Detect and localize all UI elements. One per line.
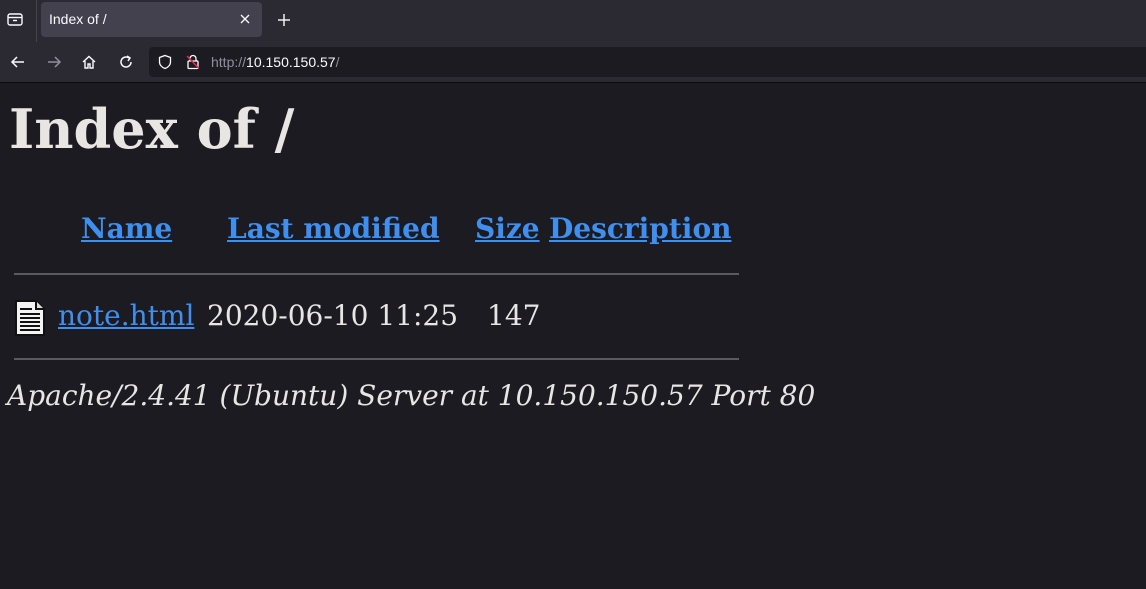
file-size: 147 bbox=[487, 299, 541, 332]
arrow-left-icon bbox=[10, 56, 24, 68]
reload-button[interactable] bbox=[114, 50, 138, 74]
url-text[interactable]: http://10.150.150.57/ bbox=[211, 54, 339, 70]
divider-top bbox=[14, 273, 739, 275]
url-host: 10.150.150.57 bbox=[246, 54, 336, 70]
url-bar[interactable]: http://10.150.150.57/ bbox=[149, 47, 1146, 77]
list-all-tabs-button[interactable] bbox=[3, 6, 27, 32]
tab-bar: Index of / bbox=[0, 0, 1146, 42]
column-header-description[interactable]: Description bbox=[549, 212, 731, 245]
text-file-icon bbox=[15, 300, 45, 336]
close-icon[interactable] bbox=[238, 12, 252, 26]
tab-separator bbox=[36, 0, 37, 42]
back-button[interactable] bbox=[6, 50, 30, 74]
home-icon bbox=[82, 55, 96, 69]
url-scheme: http:// bbox=[211, 54, 247, 70]
column-header-name[interactable]: Name bbox=[81, 212, 172, 245]
server-signature: Apache/2.4.41 (Ubuntu) Server at 10.150.… bbox=[7, 379, 816, 412]
column-header-size[interactable]: Size bbox=[475, 212, 540, 245]
tab-active[interactable]: Index of / bbox=[41, 2, 262, 37]
divider-bottom bbox=[14, 358, 739, 360]
file-last-modified: 2020-06-10 11:25 bbox=[207, 299, 459, 332]
insecure-lock-icon[interactable] bbox=[185, 54, 201, 70]
shield-icon[interactable] bbox=[157, 54, 173, 70]
home-button[interactable] bbox=[77, 50, 101, 74]
arrow-right-icon bbox=[48, 56, 62, 68]
tab-list-icon bbox=[7, 13, 23, 26]
page-content: Index of / Name Last modified Size Descr… bbox=[0, 83, 1146, 589]
page-title: Index of / bbox=[9, 97, 295, 161]
reload-icon bbox=[120, 55, 132, 68]
file-link[interactable]: note.html bbox=[58, 299, 194, 332]
plus-icon[interactable] bbox=[276, 12, 292, 28]
url-path: / bbox=[335, 54, 340, 70]
tab-title: Index of / bbox=[49, 11, 107, 27]
column-header-last-modified[interactable]: Last modified bbox=[227, 212, 440, 245]
forward-button[interactable] bbox=[42, 50, 66, 74]
